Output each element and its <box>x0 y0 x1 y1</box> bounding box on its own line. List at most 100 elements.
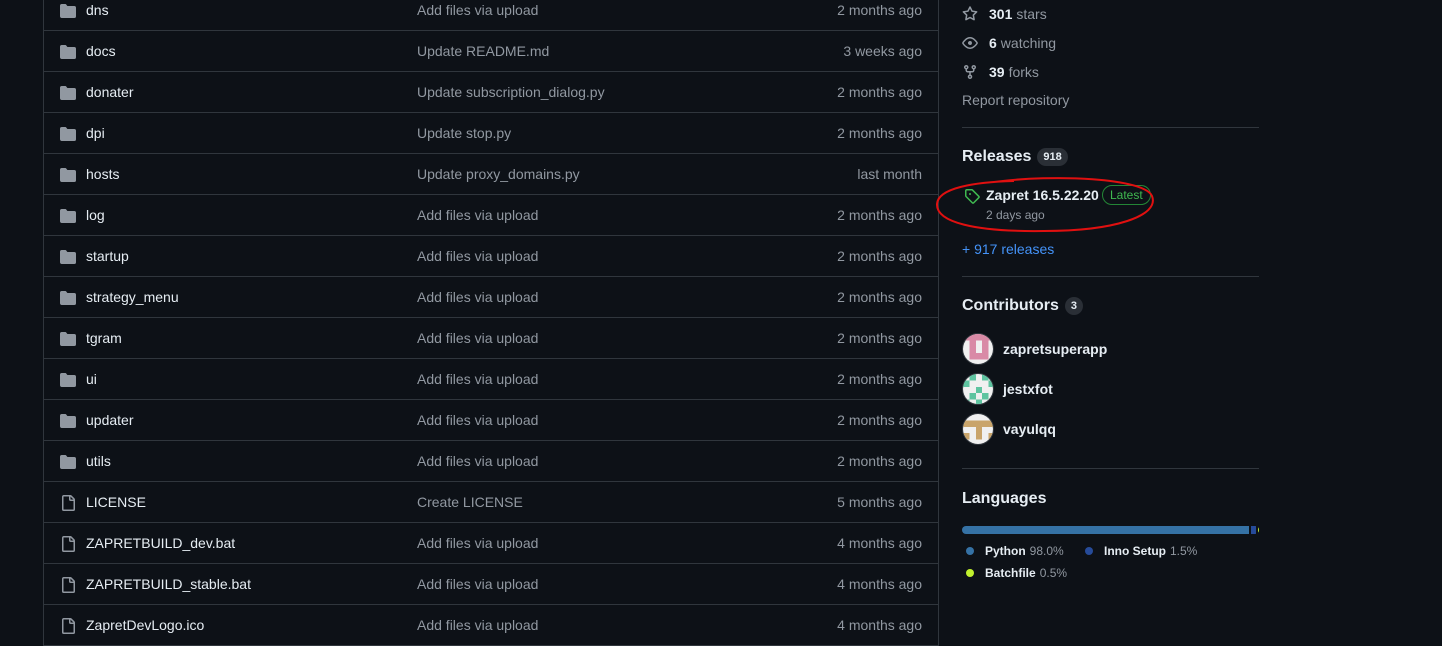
commit-message-link[interactable]: Create LICENSE <box>417 494 523 510</box>
folder-icon <box>60 126 76 142</box>
forks-count: 39 <box>989 64 1005 80</box>
contributor-item[interactable]: vayulqq <box>962 413 1056 445</box>
file-row[interactable]: log Add files via upload 2 months ago <box>44 195 938 236</box>
commit-message-link[interactable]: Update README.md <box>417 43 549 59</box>
commit-message-link[interactable]: Add files via upload <box>417 2 538 18</box>
file-name-link[interactable]: utils <box>86 453 111 469</box>
commit-date: 5 months ago <box>837 494 922 510</box>
file-icon <box>60 577 76 593</box>
avatar[interactable] <box>962 333 994 365</box>
file-name-link[interactable]: hosts <box>86 166 119 182</box>
commit-message-link[interactable]: Add files via upload <box>417 412 538 428</box>
file-row[interactable]: startup Add files via upload 2 months ago <box>44 236 938 277</box>
language-bar-segment[interactable] <box>1251 526 1256 534</box>
commit-message-link[interactable]: Add files via upload <box>417 576 538 592</box>
file-row[interactable]: ZAPRETBUILD_stable.bat Add files via uplo… <box>44 564 938 605</box>
stars-count: 301 <box>989 6 1013 22</box>
eye-icon <box>962 37 978 49</box>
file-row[interactable]: ui Add files via upload 2 months ago <box>44 359 938 400</box>
report-repository-link[interactable]: Report repository <box>962 92 1069 108</box>
language-bar-segment[interactable] <box>962 526 1250 534</box>
language-bar-segment[interactable] <box>1257 526 1259 534</box>
file-name-link[interactable]: donater <box>86 84 133 100</box>
file-row[interactable]: ZapretDevLogo.ico Add files via upload 4 m… <box>44 605 938 646</box>
language-item-batchfile[interactable]: Batchfile 0.5% <box>966 566 1067 580</box>
file-row[interactable]: strategy_menu Add files via upload 2 month… <box>44 277 938 318</box>
avatar[interactable] <box>962 413 994 445</box>
file-name-link[interactable]: ZapretDevLogo.ico <box>86 617 204 633</box>
commit-message-link[interactable]: Add files via upload <box>417 330 538 346</box>
folder-icon <box>60 413 76 429</box>
commit-date: 4 months ago <box>837 576 922 592</box>
commit-message-link[interactable]: Add files via upload <box>417 248 538 264</box>
folder-icon <box>60 208 76 224</box>
commit-message-link[interactable]: Add files via upload <box>417 453 538 469</box>
language-percent: 1.5% <box>1170 544 1198 558</box>
commit-message-link[interactable]: Add files via upload <box>417 535 538 551</box>
contributors-title: Contributors <box>962 297 1059 314</box>
file-name-link[interactable]: startup <box>86 248 129 264</box>
language-bar[interactable] <box>962 526 1259 534</box>
commit-message-link[interactable]: Update stop.py <box>417 125 511 141</box>
commit-message-link[interactable]: Add files via upload <box>417 371 538 387</box>
forks-stat[interactable]: 39 forks <box>962 62 1039 82</box>
file-name-link[interactable]: dpi <box>86 125 105 141</box>
file-row[interactable]: docs Update README.md 3 weeks ago <box>44 31 938 72</box>
commit-message-link[interactable]: Add files via upload <box>417 289 538 305</box>
contributor-item[interactable]: zapretsuperapp <box>962 333 1107 365</box>
language-name: Inno Setup <box>1104 544 1166 558</box>
file-row[interactable]: utils Add files via upload 2 months ago <box>44 441 938 482</box>
file-row[interactable]: hosts Update proxy_domains.py last month <box>44 154 938 195</box>
commit-date: 2 months ago <box>837 371 922 387</box>
file-row[interactable]: tgram Add files via upload 2 months ago <box>44 318 938 359</box>
file-name-link[interactable]: ZAPRETBUILD_dev.bat <box>86 535 235 551</box>
latest-release[interactable]: Zapret 16.5.22.20 Latest 2 days ago <box>962 183 1222 229</box>
language-item-inno-setup[interactable]: Inno Setup 1.5% <box>1085 544 1197 558</box>
release-name[interactable]: Zapret 16.5.22.20 <box>986 187 1099 203</box>
folder-icon <box>60 454 76 470</box>
file-name-link[interactable]: strategy_menu <box>86 289 179 305</box>
contributor-name[interactable]: zapretsuperapp <box>1003 341 1107 357</box>
commit-message-link[interactable]: Update subscription_dialog.py <box>417 84 605 100</box>
folder-icon <box>60 372 76 388</box>
repo-sidebar: 301 stars 6 watching 39 forks Report rep… <box>935 0 1259 646</box>
language-dot <box>966 569 974 577</box>
more-releases-link[interactable]: + 917 releases <box>962 241 1054 257</box>
folder-icon <box>60 167 76 183</box>
file-table: dns Add files via upload 2 months ago docs U… <box>43 0 939 646</box>
folder-icon <box>60 331 76 347</box>
file-row[interactable]: dns Add files via upload 2 months ago <box>44 0 938 31</box>
file-name-link[interactable]: log <box>86 207 105 223</box>
language-name: Batchfile <box>985 566 1036 580</box>
releases-heading[interactable]: Releases 918 <box>962 148 1068 166</box>
watching-stat[interactable]: 6 watching <box>962 33 1056 53</box>
file-icon <box>60 495 76 511</box>
stars-stat[interactable]: 301 stars <box>962 4 1047 24</box>
file-name-link[interactable]: ZAPRETBUILD_stable.bat <box>86 576 251 592</box>
avatar[interactable] <box>962 373 994 405</box>
language-item-python[interactable]: Python 98.0% <box>966 544 1064 558</box>
divider <box>962 127 1259 128</box>
file-row[interactable]: ZAPRETBUILD_dev.bat Add files via upload 4… <box>44 523 938 564</box>
commit-message-link[interactable]: Update proxy_domains.py <box>417 166 580 182</box>
contributor-name[interactable]: jestxfot <box>1003 381 1053 397</box>
file-name-link[interactable]: tgram <box>86 330 122 346</box>
divider <box>962 468 1259 469</box>
file-row[interactable]: LICENSE Create LICENSE 5 months ago <box>44 482 938 523</box>
file-row[interactable]: donater Update subscription_dialog.py 2 mo… <box>44 72 938 113</box>
contributor-item[interactable]: jestxfot <box>962 373 1053 405</box>
file-row[interactable]: dpi Update stop.py 2 months ago <box>44 113 938 154</box>
file-name-link[interactable]: LICENSE <box>86 494 146 510</box>
contributor-name[interactable]: vayulqq <box>1003 421 1056 437</box>
language-dot <box>966 547 974 555</box>
watching-label: watching <box>1000 35 1057 51</box>
commit-date: 2 months ago <box>837 207 922 223</box>
commit-message-link[interactable]: Add files via upload <box>417 207 538 223</box>
file-name-link[interactable]: dns <box>86 2 109 18</box>
contributors-heading[interactable]: Contributors 3 <box>962 297 1083 315</box>
file-row[interactable]: updater Add files via upload 2 months ago <box>44 400 938 441</box>
file-name-link[interactable]: updater <box>86 412 133 428</box>
file-name-link[interactable]: ui <box>86 371 97 387</box>
file-name-link[interactable]: docs <box>86 43 116 59</box>
commit-message-link[interactable]: Add files via upload <box>417 617 538 633</box>
